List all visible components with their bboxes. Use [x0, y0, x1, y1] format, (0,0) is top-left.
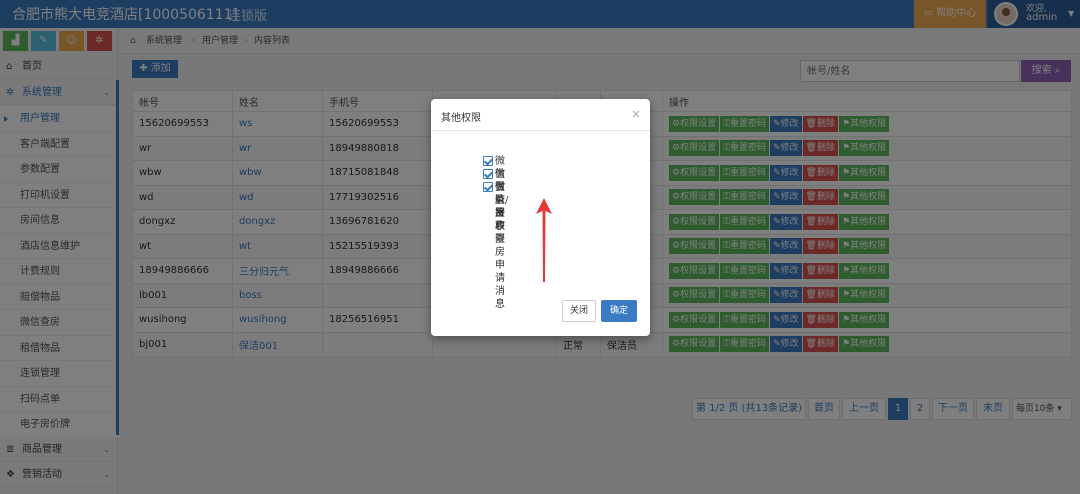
close-button[interactable]: 关闭 [562, 300, 596, 322]
checkbox-checked-icon[interactable] [483, 156, 493, 166]
annotation-arrow-icon [536, 198, 552, 282]
permission-label: 微信接收查房申请消息 [495, 182, 505, 310]
checkbox-checked-icon[interactable] [483, 182, 493, 192]
dialog-header: 其他权限 × [431, 99, 650, 131]
checkbox-checked-icon[interactable] [483, 169, 493, 179]
confirm-button[interactable]: 确定 [601, 300, 637, 322]
close-icon[interactable]: × [631, 107, 641, 121]
dialog-title: 其他权限 [441, 113, 481, 124]
